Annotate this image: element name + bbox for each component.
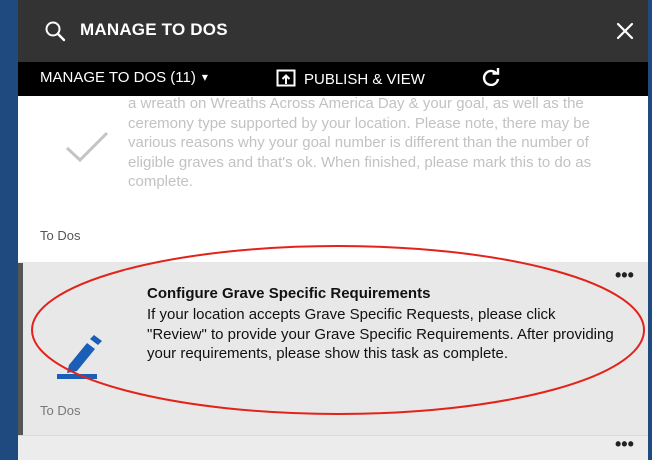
todo-description: a wreath on Wreaths Across America Day &… bbox=[128, 95, 592, 190]
todo-category-label: To Dos bbox=[40, 403, 81, 418]
manage-todos-label: MANAGE TO DOS (11) bbox=[40, 69, 196, 86]
manage-todos-panel: MANAGE TO DOS MANAGE TO DOS (11) ▾ PUBLIS… bbox=[18, 0, 648, 460]
publish-view-label: PUBLISH & VIEW bbox=[304, 71, 425, 88]
close-icon[interactable] bbox=[614, 20, 636, 42]
search-title: MANAGE TO DOS bbox=[80, 20, 228, 39]
refresh-button[interactable] bbox=[480, 67, 502, 93]
more-options-icon[interactable]: ••• bbox=[615, 265, 634, 286]
manage-todos-dropdown[interactable]: MANAGE TO DOS (11) ▾ bbox=[40, 69, 208, 86]
publish-view-button[interactable]: PUBLISH & VIEW bbox=[276, 69, 425, 88]
pencil-icon bbox=[57, 335, 102, 379]
chevron-down-icon: ▾ bbox=[201, 70, 208, 84]
todo-card[interactable]: a wreath on Wreaths Across America Day &… bbox=[18, 95, 648, 263]
refresh-icon bbox=[482, 68, 500, 87]
checkmark-icon bbox=[65, 131, 109, 163]
search-bar: MANAGE TO DOS bbox=[18, 0, 648, 62]
publish-icon bbox=[276, 69, 296, 87]
toolbar: MANAGE TO DOS (11) ▾ PUBLISH & VIEW bbox=[18, 62, 648, 96]
todo-category-label: To Dos bbox=[40, 228, 81, 243]
todo-title: Configure Grave Specific Requirements bbox=[147, 285, 431, 302]
todo-list: a wreath on Wreaths Across America Day &… bbox=[18, 95, 648, 460]
todo-card-selected[interactable]: ••• Configure Grave Specific Requirement… bbox=[18, 263, 648, 435]
todo-card[interactable]: ••• bbox=[18, 434, 648, 460]
todo-description: If your location accepts Grave Specific … bbox=[147, 306, 614, 362]
search-icon[interactable] bbox=[44, 20, 66, 42]
more-options-icon[interactable]: ••• bbox=[615, 434, 634, 455]
